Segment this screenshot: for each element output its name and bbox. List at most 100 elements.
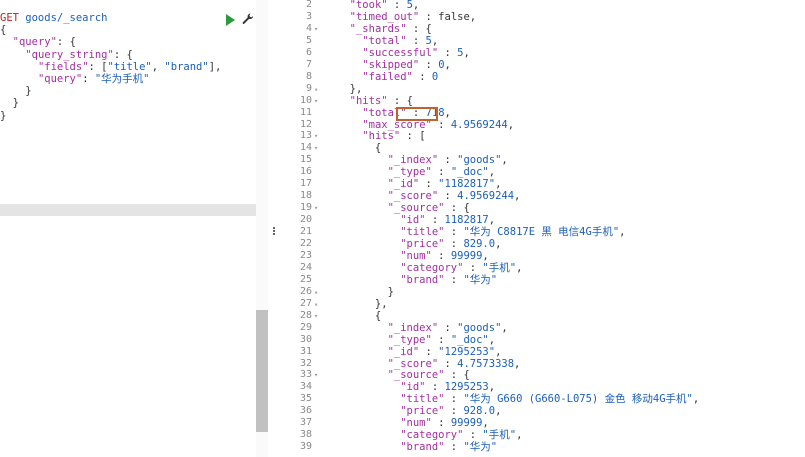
response-line: "num" : 99999, (400, 249, 489, 262)
response-line: "hits" : [ (362, 130, 426, 143)
response-line: "_id" : "1182817", (387, 178, 502, 191)
response-line: "_score" : 4.9569244, (387, 190, 521, 203)
http-method: GET (0, 12, 19, 24)
unfold-toggle-icon[interactable]: ▴ (314, 298, 322, 310)
line-number: 23 (299, 249, 312, 261)
line-number: 33 (299, 369, 312, 381)
play-icon[interactable] (226, 14, 235, 26)
response-line: "failed" : 0 (362, 70, 439, 83)
response-line: "_type" : "_doc", (387, 333, 496, 346)
line-number: 4 (305, 22, 312, 34)
response-line: "brand" : "华为" (400, 273, 498, 286)
fold-toggle-icon[interactable]: ▾ (314, 95, 322, 107)
response-line: } (337, 285, 394, 298)
response-line: "_score" : 4.7573338, (387, 357, 521, 370)
response-line: "price" : 829.0, (400, 238, 502, 250)
response-line: "category" : "手机", (400, 261, 523, 274)
request-body-line[interactable]: "query": { (0, 36, 76, 48)
response-line: "price" : 928.0, (400, 405, 502, 418)
response-line: "_index" : "goods", (387, 154, 508, 167)
response-line: "id" : 1182817, (400, 214, 496, 227)
response-line: "_source" : { (387, 369, 470, 382)
line-number: 8 (305, 70, 312, 82)
request-body-line[interactable]: "query_string": { (0, 49, 133, 61)
line-number: 7 (305, 58, 312, 70)
response-line: "title" : "华为 G660 (G660-L075) 金色 移动4G手机… (400, 393, 700, 406)
fold-toggle-icon[interactable]: ▾ (314, 142, 322, 154)
fold-toggle-icon[interactable]: ▾ (314, 369, 322, 381)
line-number: 18 (299, 190, 312, 202)
response-line: "_id" : "1295253", (387, 345, 502, 358)
response-line: "num" : 99999, (400, 417, 489, 430)
total-hits-highlight (396, 107, 438, 121)
response-line: "category" : "手机", (400, 429, 523, 442)
line-number: 2 (305, 0, 312, 10)
line-number: 27 (299, 297, 312, 309)
line-number: 39 (299, 441, 312, 453)
line-number: 11 (299, 106, 312, 118)
line-number: 14 (299, 142, 312, 154)
request-body-line[interactable]: "query": "华为手机" (0, 73, 150, 85)
request-url: goods/_search (18, 12, 108, 24)
response-line: }, (337, 82, 363, 95)
line-number: 20 (299, 214, 312, 226)
response-line: "skipped" : 0, (362, 58, 451, 71)
line-number-gutter: 2 3 4 ▾ 5 6 7 8 9 ▴ 10 ▾ 11 12 13 ▾ 14 ▾ 15 16 17 18 19 ▾ 20 21 22… (280, 0, 322, 457)
line-number: 35 (299, 393, 312, 405)
line-number: 25 (299, 273, 312, 285)
response-line: { (337, 309, 382, 322)
line-number: 30 (299, 333, 312, 345)
line-number: 13 (299, 130, 312, 142)
line-number: 34 (299, 381, 312, 393)
request-body-line[interactable]: } (0, 110, 6, 122)
response-line: "hits" : { (349, 94, 413, 107)
line-number: 16 (299, 166, 312, 178)
request-body-line[interactable]: } (0, 85, 31, 97)
unfold-toggle-icon[interactable]: ▴ (314, 83, 322, 95)
line-number: 24 (299, 261, 312, 273)
response-line: "total" : 5, (362, 34, 439, 47)
line-number: 6 (305, 46, 312, 58)
response-line: "_source" : { (387, 202, 470, 215)
line-number: 36 (299, 405, 312, 417)
request-editor[interactable]: GET goods/_search{ "query": { "query_str… (0, 0, 268, 457)
fold-toggle-icon[interactable]: ▾ (314, 310, 322, 322)
request-body-line[interactable]: } (0, 97, 19, 109)
line-number: 12 (299, 118, 312, 130)
fold-toggle-icon[interactable]: ▾ (314, 23, 322, 35)
line-number: 28 (299, 309, 312, 321)
response-line: "title" : "华为 C8817E 黑 电信4G手机", (400, 226, 626, 239)
response-line: "_type" : "_doc", (387, 166, 496, 179)
splitter-grip-icon[interactable] (272, 226, 276, 238)
line-number: 29 (299, 321, 312, 333)
scrollbar-thumb[interactable] (256, 310, 268, 432)
response-line: "timed_out" : false, (349, 10, 477, 23)
response-line: "_shards" : { (349, 22, 432, 35)
fold-toggle-icon[interactable]: ▾ (314, 130, 322, 142)
line-number: 17 (299, 178, 312, 190)
line-number: 10 (299, 94, 312, 106)
line-number: 31 (299, 345, 312, 357)
line-number: 32 (299, 357, 312, 369)
request-line[interactable]: GET goods/_search (0, 12, 107, 24)
unfold-toggle-icon[interactable]: ▴ (314, 286, 322, 298)
line-number: 19 (299, 202, 312, 214)
editor-divider-bar (0, 204, 268, 216)
wrench-icon[interactable] (241, 12, 255, 26)
line-number: 37 (299, 417, 312, 429)
request-body-line[interactable]: { (0, 24, 6, 36)
line-number: 26 (299, 285, 312, 297)
response-line: }, (337, 297, 388, 310)
response-line: "successful" : 5, (362, 46, 470, 59)
fold-toggle-icon[interactable]: ▾ (314, 202, 322, 214)
line-number: 22 (299, 238, 312, 249)
line-number: 15 (299, 154, 312, 166)
response-line: { (337, 142, 382, 155)
request-body-line[interactable]: "fields": ["title", "brand"], (0, 61, 221, 73)
line-number: 3 (305, 10, 312, 22)
response-line: "took" : 5, (349, 0, 420, 11)
response-line: "brand" : "华为" (400, 441, 498, 454)
response-viewer[interactable]: 2 3 4 ▾ 5 6 7 8 9 ▴ 10 ▾ 11 12 13 ▾ 14 ▾ 15 16 17 18 19 ▾ 20 21 22… (280, 0, 805, 457)
response-line: "id" : 1295253, (400, 381, 496, 394)
line-number: 21 (299, 226, 312, 238)
